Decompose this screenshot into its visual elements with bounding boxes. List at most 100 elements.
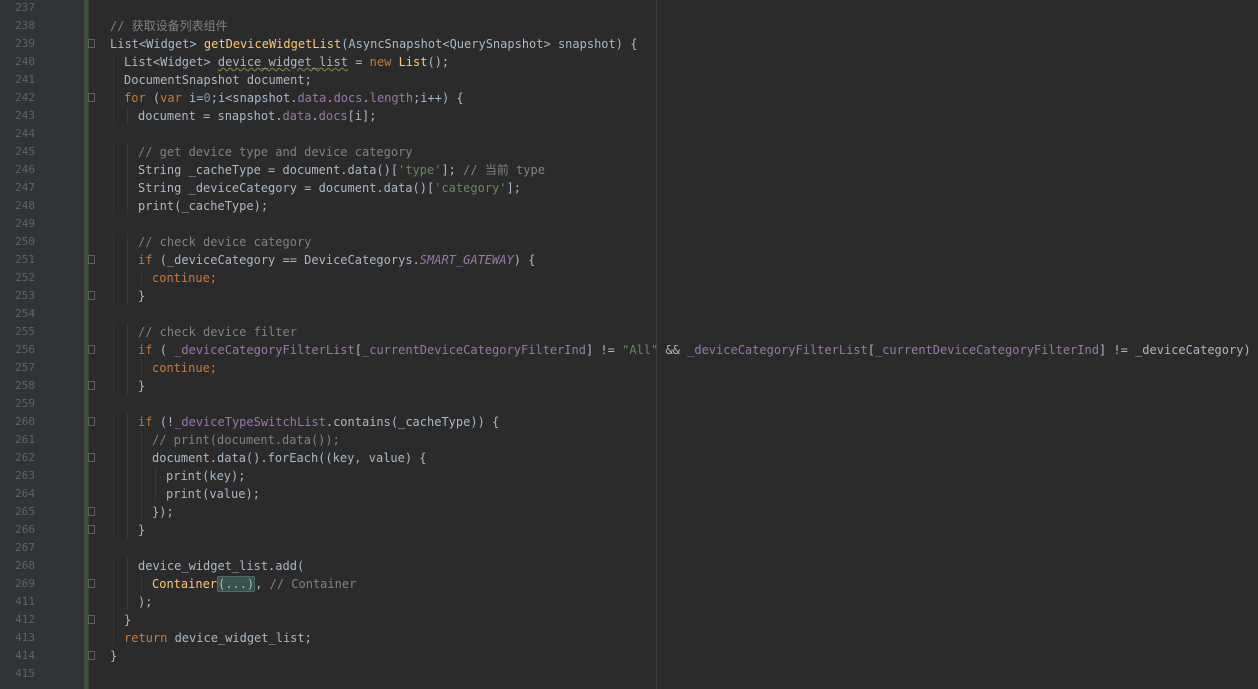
- code-text[interactable]: // print(document.data());: [152, 431, 340, 449]
- fold-toggle-icon[interactable]: [88, 453, 95, 462]
- code-line[interactable]: 249: [0, 215, 1258, 233]
- code-line[interactable]: 260 if (!_deviceTypeSwitchList.contains(_…: [0, 413, 1258, 431]
- fold-toggle-icon[interactable]: [88, 39, 95, 48]
- code-line[interactable]: 250 // check device category: [0, 233, 1258, 251]
- code-text[interactable]: String _cacheType = document.data()['typ…: [138, 161, 545, 179]
- code-line[interactable]: 248 print(_cacheType);: [0, 197, 1258, 215]
- code-text[interactable]: // check device category: [138, 233, 311, 251]
- indent-guide: [127, 107, 128, 125]
- code-text[interactable]: }: [138, 521, 145, 539]
- code-text[interactable]: DocumentSnapshot document;: [124, 71, 312, 89]
- code-line[interactable]: 246 String _cacheType = document.data()['…: [0, 161, 1258, 179]
- code-line[interactable]: 268 device_widget_list.add(: [0, 557, 1258, 575]
- code-text[interactable]: }: [138, 377, 145, 395]
- code-token[interactable]: (...): [217, 576, 256, 592]
- code-line[interactable]: 253}: [0, 287, 1258, 305]
- code-text[interactable]: print(value);: [166, 485, 260, 503]
- code-text[interactable]: }: [138, 287, 145, 305]
- code-line[interactable]: 415: [0, 665, 1258, 683]
- code-line[interactable]: 237: [0, 0, 1258, 17]
- code-text[interactable]: });: [152, 503, 174, 521]
- code-token: SMART_GATEWAY: [419, 253, 514, 267]
- code-text[interactable]: print(_cacheType);: [138, 197, 268, 215]
- indent-guide: [127, 485, 128, 503]
- fold-toggle-icon[interactable]: [88, 579, 95, 588]
- code-text[interactable]: device_widget_list.add(: [138, 557, 304, 575]
- fold-toggle-icon[interactable]: [88, 615, 95, 624]
- code-text[interactable]: if (_deviceCategory == DeviceCategorys.S…: [138, 251, 535, 269]
- code-token: // print(document.data());: [152, 433, 340, 447]
- indent-guide: [127, 233, 128, 251]
- code-line[interactable]: 240 List<Widget> device_widget_list = new…: [0, 53, 1258, 71]
- fold-toggle-icon[interactable]: [88, 417, 95, 426]
- code-text[interactable]: document.data().forEach((key, value) {: [152, 449, 427, 467]
- code-text[interactable]: List<Widget> getDeviceWidgetList(AsyncSn…: [110, 35, 637, 53]
- line-number: 254: [15, 307, 35, 320]
- code-line[interactable]: 413 return device_widget_list;: [0, 629, 1258, 647]
- code-line[interactable]: 261 // print(document.data());: [0, 431, 1258, 449]
- code-line[interactable]: 269 Container(...), // Container: [0, 575, 1258, 593]
- code-text[interactable]: print(key);: [166, 467, 245, 485]
- code-line[interactable]: 247 String _deviceCategory = document.dat…: [0, 179, 1258, 197]
- indent-guide: [113, 593, 114, 611]
- code-line[interactable]: 411);: [0, 593, 1258, 611]
- code-line[interactable]: 412}: [0, 611, 1258, 629]
- code-line[interactable]: 245 // get device type and device categor…: [0, 143, 1258, 161]
- code-token: Container: [152, 577, 218, 591]
- code-text[interactable]: );: [138, 593, 152, 611]
- code-line[interactable]: 262 document.data().forEach((key, value) …: [0, 449, 1258, 467]
- code-line[interactable]: 244: [0, 125, 1258, 143]
- code-line[interactable]: 258}: [0, 377, 1258, 395]
- line-number: 259: [15, 397, 35, 410]
- code-text[interactable]: if ( _deviceCategoryFilterList[_currentD…: [138, 341, 1258, 359]
- code-text[interactable]: }: [124, 611, 131, 629]
- code-line[interactable]: 264 print(value);: [0, 485, 1258, 503]
- code-line[interactable]: 267: [0, 539, 1258, 557]
- code-line[interactable]: 238 // 获取设备列表组件: [0, 17, 1258, 35]
- code-line[interactable]: 263 print(key);: [0, 467, 1258, 485]
- code-text[interactable]: for (var i=0;i<snapshot.data.docs.length…: [124, 89, 464, 107]
- code-token: [: [354, 343, 362, 357]
- code-text[interactable]: List<Widget> device_widget_list = new Li…: [124, 53, 449, 71]
- code-line[interactable]: 255 // check device filter: [0, 323, 1258, 341]
- code-line[interactable]: 241 DocumentSnapshot document;: [0, 71, 1258, 89]
- code-line[interactable]: 414}: [0, 647, 1258, 665]
- code-line[interactable]: 265});: [0, 503, 1258, 521]
- fold-toggle-icon[interactable]: [88, 651, 95, 660]
- fold-toggle-icon[interactable]: [88, 93, 95, 102]
- line-number: 263: [15, 469, 35, 482]
- code-text[interactable]: // check device filter: [138, 323, 297, 341]
- code-line[interactable]: 239 List<Widget> getDeviceWidgetList(Asyn…: [0, 35, 1258, 53]
- code-line[interactable]: 251 if (_deviceCategory == DeviceCategory…: [0, 251, 1258, 269]
- code-text[interactable]: // 获取设备列表组件: [110, 17, 228, 35]
- code-line[interactable]: 254: [0, 305, 1258, 323]
- line-number: 255: [15, 325, 35, 338]
- code-text[interactable]: }: [110, 647, 117, 665]
- code-line[interactable]: 259: [0, 395, 1258, 413]
- code-text[interactable]: String _deviceCategory = document.data()…: [138, 179, 521, 197]
- code-line[interactable]: 252 continue;: [0, 269, 1258, 287]
- code-line[interactable]: 242 for (var i=0;i<snapshot.data.docs.len…: [0, 89, 1258, 107]
- indent-guide: [113, 521, 114, 539]
- code-line[interactable]: 256 if ( _deviceCategoryFilterList[_curre…: [0, 341, 1258, 359]
- fold-toggle-icon[interactable]: [88, 291, 95, 300]
- fold-toggle-icon[interactable]: [88, 525, 95, 534]
- fold-toggle-icon[interactable]: [88, 345, 95, 354]
- code-line[interactable]: 266}: [0, 521, 1258, 539]
- code-line[interactable]: 243 document = snapshot.data.docs[i];: [0, 107, 1258, 125]
- line-number: 266: [15, 523, 35, 536]
- code-token: 'type': [398, 163, 442, 177]
- code-text[interactable]: return device_widget_list;: [124, 629, 312, 647]
- code-text[interactable]: Container(...), // Container: [152, 575, 356, 593]
- line-number: 265: [15, 505, 35, 518]
- code-text[interactable]: // get device type and device category: [138, 143, 413, 161]
- fold-toggle-icon[interactable]: [88, 255, 95, 264]
- fold-toggle-icon[interactable]: [88, 507, 95, 516]
- code-text[interactable]: continue;: [152, 269, 217, 287]
- code-text[interactable]: continue;: [152, 359, 217, 377]
- fold-toggle-icon[interactable]: [88, 381, 95, 390]
- code-line[interactable]: 257 continue;: [0, 359, 1258, 377]
- code-token: // 获取设备列表组件: [110, 19, 228, 33]
- code-text[interactable]: document = snapshot.data.docs[i];: [138, 107, 376, 125]
- code-text[interactable]: if (!_deviceTypeSwitchList.contains(_cac…: [138, 413, 499, 431]
